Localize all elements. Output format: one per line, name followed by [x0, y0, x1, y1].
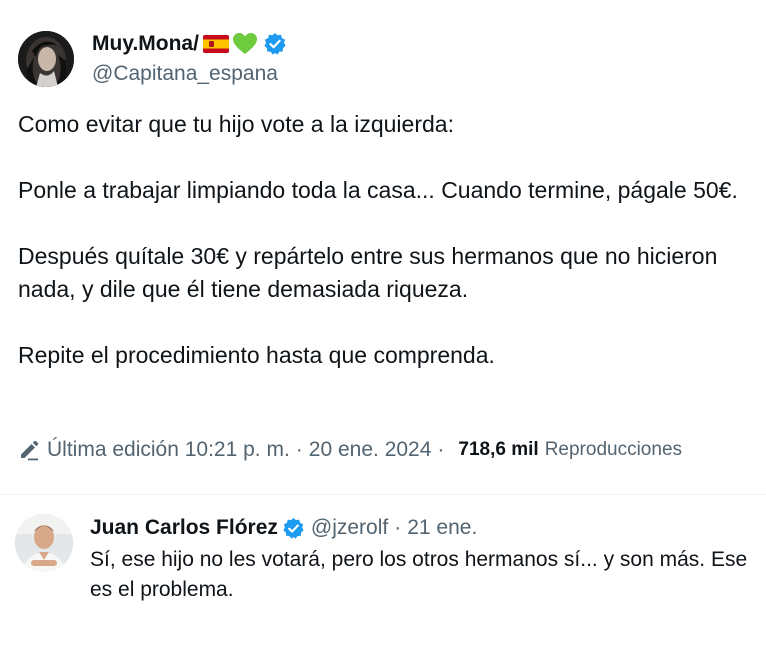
tweet-paragraph: Ponle a trabajar limpiando toda la casa.…: [18, 177, 738, 203]
tweet-text: Como evitar que tu hijo vote a la izquie…: [18, 108, 748, 372]
verified-badge-icon[interactable]: [263, 32, 287, 56]
reply-text: Sí, ese hijo no les votará, pero los otr…: [90, 548, 748, 601]
author-handle[interactable]: @Capitana_espana: [92, 60, 278, 88]
author-name-row[interactable]: Muy.Mona/: [92, 30, 287, 58]
author-name[interactable]: Muy.Mona/: [92, 30, 199, 58]
green-heart-icon: [232, 33, 257, 54]
tweet-meta: Última edición 10:21 p. m. · 20 ene. 202…: [18, 436, 682, 464]
edited-label[interactable]: Última edición 10:21 p. m.: [47, 436, 290, 464]
tweet-paragraph: Repite el procedimiento hasta que compre…: [18, 342, 495, 368]
divider: [0, 494, 766, 495]
tweet-date[interactable]: 20 ene. 2024: [309, 436, 432, 464]
edit-pencil-icon: [21, 440, 39, 461]
reply-separator: ·: [394, 516, 402, 539]
spain-flag-icon: [202, 35, 229, 53]
reply-date[interactable]: 21 ene.: [407, 514, 477, 542]
views-label: Reproducciones: [544, 439, 683, 460]
views-count: 718,6 mil: [458, 439, 539, 460]
meta-separator: ·: [437, 438, 445, 461]
tweet-paragraph: Después quítale 30€ y repártelo entre su…: [18, 243, 718, 302]
verified-badge-icon[interactable]: [282, 517, 305, 540]
tweet-paragraph: Como evitar que tu hijo vote a la izquie…: [18, 111, 454, 137]
reply-header: Juan Carlos Flórez @jzerolf · 21 ene.: [90, 514, 477, 542]
reply-author-name[interactable]: Juan Carlos Flórez: [90, 514, 278, 542]
author-avatar[interactable]: [18, 31, 74, 87]
reply-author-handle[interactable]: @jzerolf: [311, 514, 388, 542]
meta-separator: ·: [295, 438, 303, 461]
reply-avatar[interactable]: [15, 514, 73, 572]
